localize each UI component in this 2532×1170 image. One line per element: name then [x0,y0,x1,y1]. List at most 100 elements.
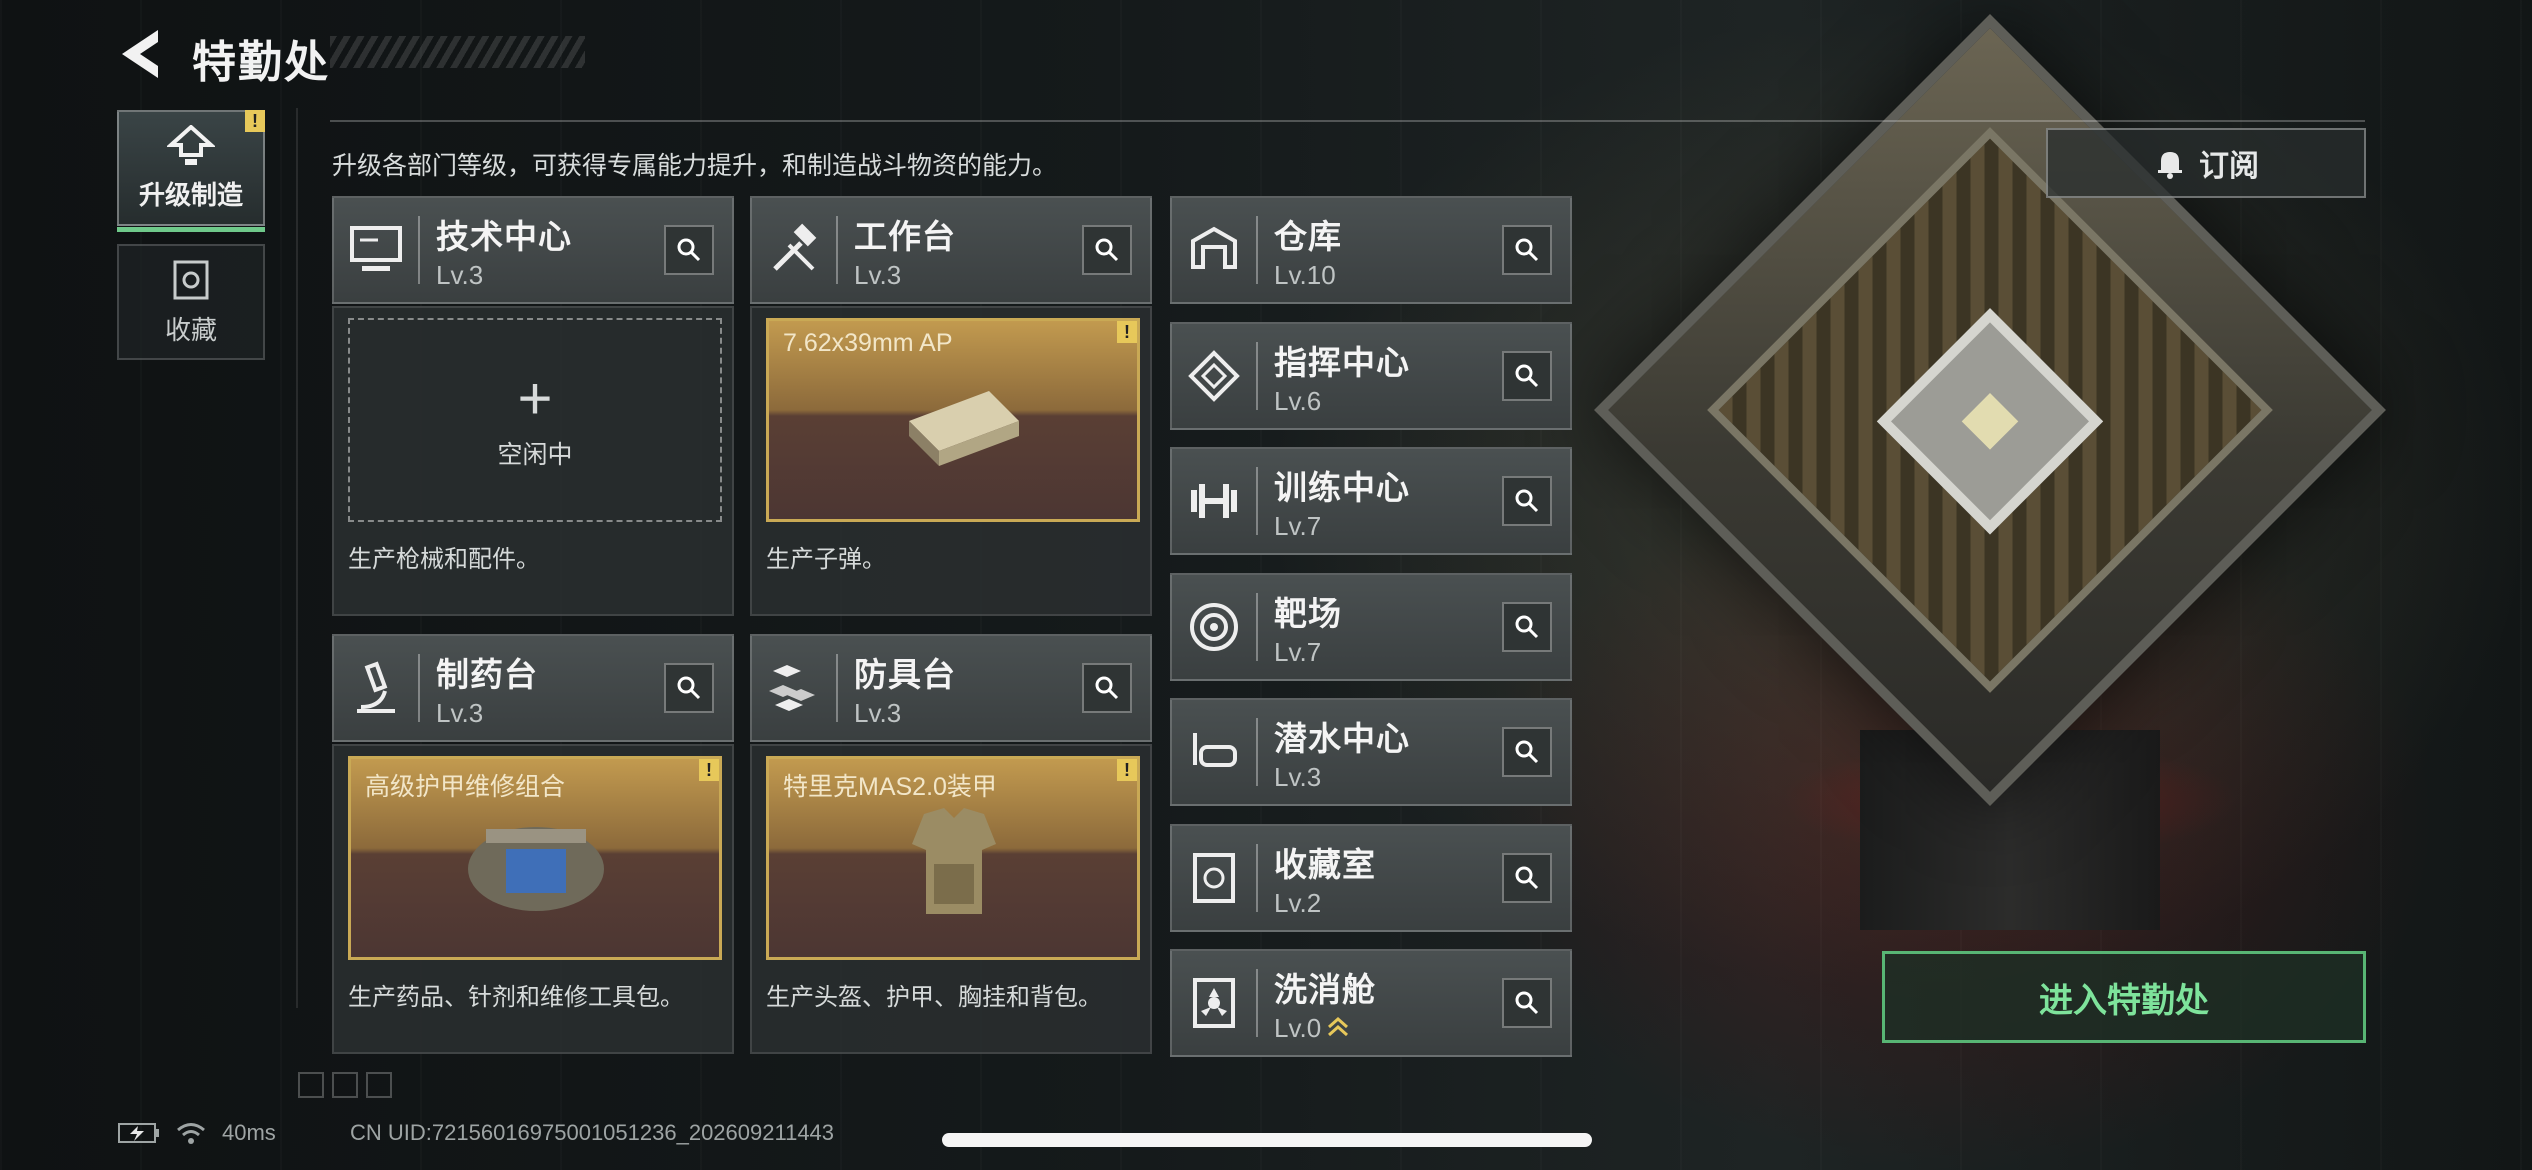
decon-icon [1193,978,1235,1028]
upgrade-chevrons-icon [1328,1016,1349,1037]
facility-name: 潜水中心 [1274,719,1410,757]
facility-level: Lv.10 [1274,259,1336,290]
dept-name: 工作台 [854,217,956,255]
alert-badge: ! [1117,321,1137,343]
slot-status: 空闲中 [497,441,573,469]
facility-level-row: Lv.10 [1274,260,1502,291]
search-icon [1515,615,1539,639]
production-slot-empty[interactable]: + 空闲中 [348,318,722,522]
facility-level: Lv.0 [1274,1012,1322,1043]
facility-level-row: Lv.0 [1274,1013,1502,1044]
search-icon [1515,364,1539,388]
facility-row[interactable]: 潜水中心 Lv.3 [1170,698,1572,806]
production-slot-item[interactable]: 特里克MAS2.0装甲 ! [766,756,1140,960]
search-icon [677,676,701,700]
home-indicator[interactable] [942,1133,1592,1147]
facility-level-row: Lv.2 [1274,888,1502,919]
facility-row[interactable]: 靶场 Lv.7 [1170,573,1572,681]
search-icon [1515,866,1539,890]
target-icon [1190,603,1238,651]
status-bar: 40ms [118,1120,276,1146]
ping-text: 40ms [222,1120,276,1145]
dept-header-pharmacy[interactable]: 制药台 Lv.3 [332,634,734,742]
tab-collection[interactable]: 收藏 [117,244,265,360]
diving-mask-icon [1193,733,1237,767]
facility-row[interactable]: 训练中心 Lv.7 [1170,447,1572,555]
search-icon [1095,676,1119,700]
alert-badge: ! [1117,759,1137,781]
dept-name: 防具台 [854,655,956,693]
search-icon [1515,238,1539,262]
dept-level: Lv.3 [854,259,902,290]
dept-name: 技术中心 [436,217,572,255]
back-arrow-icon[interactable] [118,28,162,80]
alert-badge: ! [245,110,265,132]
dept-body-tech-center: + 空闲中 生产枪械和配件。 [332,306,734,616]
tab-upgrade-craft-label: 升级制造 [138,179,243,210]
enter-special-ops-button[interactable]: 进入特勤处 [1882,951,2366,1043]
facility-name: 靶场 [1274,594,1342,632]
ammo-box-icon [909,391,1019,466]
sidebar-divider [296,108,298,1008]
search-button[interactable] [664,225,714,275]
search-button[interactable] [1502,853,1552,903]
search-icon [1515,991,1539,1015]
search-button[interactable] [1502,602,1552,652]
alert-badge: ! [699,759,719,781]
dept-level: Lv.3 [436,697,484,728]
facility-name: 洗消舱 [1274,970,1376,1008]
facility-row[interactable]: 收藏室 Lv.2 [1170,824,1572,932]
subscribe-button[interactable]: 订阅 [2046,128,2366,198]
search-button[interactable] [1082,663,1132,713]
production-slot-item[interactable]: 高级护甲维修组合 ! [348,756,722,960]
search-button[interactable] [1502,225,1552,275]
facility-row[interactable]: 洗消舱 Lv.0 [1170,949,1572,1057]
tab-upgrade-craft[interactable]: 升级制造 ! [117,110,265,232]
facility-level-row: Lv.6 [1274,386,1502,417]
search-icon [677,238,701,262]
facility-name: 收藏室 [1274,845,1376,883]
search-button[interactable] [1502,351,1552,401]
search-button[interactable] [1082,225,1132,275]
facility-level-row: Lv.3 [1274,762,1502,793]
page-title: 特勤处 [192,38,330,87]
facility-name: 训练中心 [1274,468,1410,506]
search-button[interactable] [664,663,714,713]
command-icon [1188,350,1240,402]
facility-row[interactable]: 指挥中心 Lv.6 [1170,322,1572,430]
hammer-wrench-icon [773,223,817,271]
facility-level-row: Lv.7 [1274,637,1502,668]
facility-name: 指挥中心 [1274,343,1410,381]
page-description: 升级各部门等级，可获得专属能力提升，和制造战斗物资的能力。 [332,152,1058,180]
search-button[interactable] [1502,476,1552,526]
upgrade-craft-icon [167,124,215,165]
header-divider [330,120,2365,122]
dept-description: 生产头盔、护甲、胸挂和背包。 [766,984,1102,1011]
battery-charging-icon [118,1123,159,1143]
warehouse-icon [1191,226,1237,269]
production-slot-item[interactable]: 7.62x39mm AP ! [766,318,1140,522]
title-decoration [330,36,585,68]
dept-body-workbench: 7.62x39mm AP ! 生产子弹。 [750,306,1152,616]
dept-header-workbench[interactable]: 工作台 Lv.3 [750,196,1152,304]
dept-name: 制药台 [436,655,538,693]
search-button[interactable] [1502,727,1552,777]
search-icon [1515,489,1539,513]
search-button[interactable] [1502,978,1552,1028]
computer-icon [350,226,402,271]
dept-header-tech-center[interactable]: 技术中心 Lv.3 [332,196,734,304]
dept-body-armor: 特里克MAS2.0装甲 ! 生产头盔、护甲、胸挂和背包。 [750,744,1152,1054]
armor-blocks-icon [769,665,815,711]
wifi-icon [177,1123,205,1144]
search-icon [1095,238,1119,262]
dept-header-armor[interactable]: 防具台 Lv.3 [750,634,1152,742]
repair-kit-icon [468,827,604,911]
dept-description: 生产药品、针剂和维修工具包。 [348,984,684,1011]
collection-icon [173,260,209,299]
dept-body-pharmacy: 高级护甲维修组合 ! 生产药品、针剂和维修工具包。 [332,744,734,1054]
facility-row[interactable]: 仓库 Lv.10 [1170,196,1572,304]
subscribe-label: 订阅 [2199,150,2259,183]
facility-level: Lv.7 [1274,510,1322,541]
decorative-mini-icons [298,1072,392,1098]
dept-description: 生产子弹。 [766,546,886,573]
